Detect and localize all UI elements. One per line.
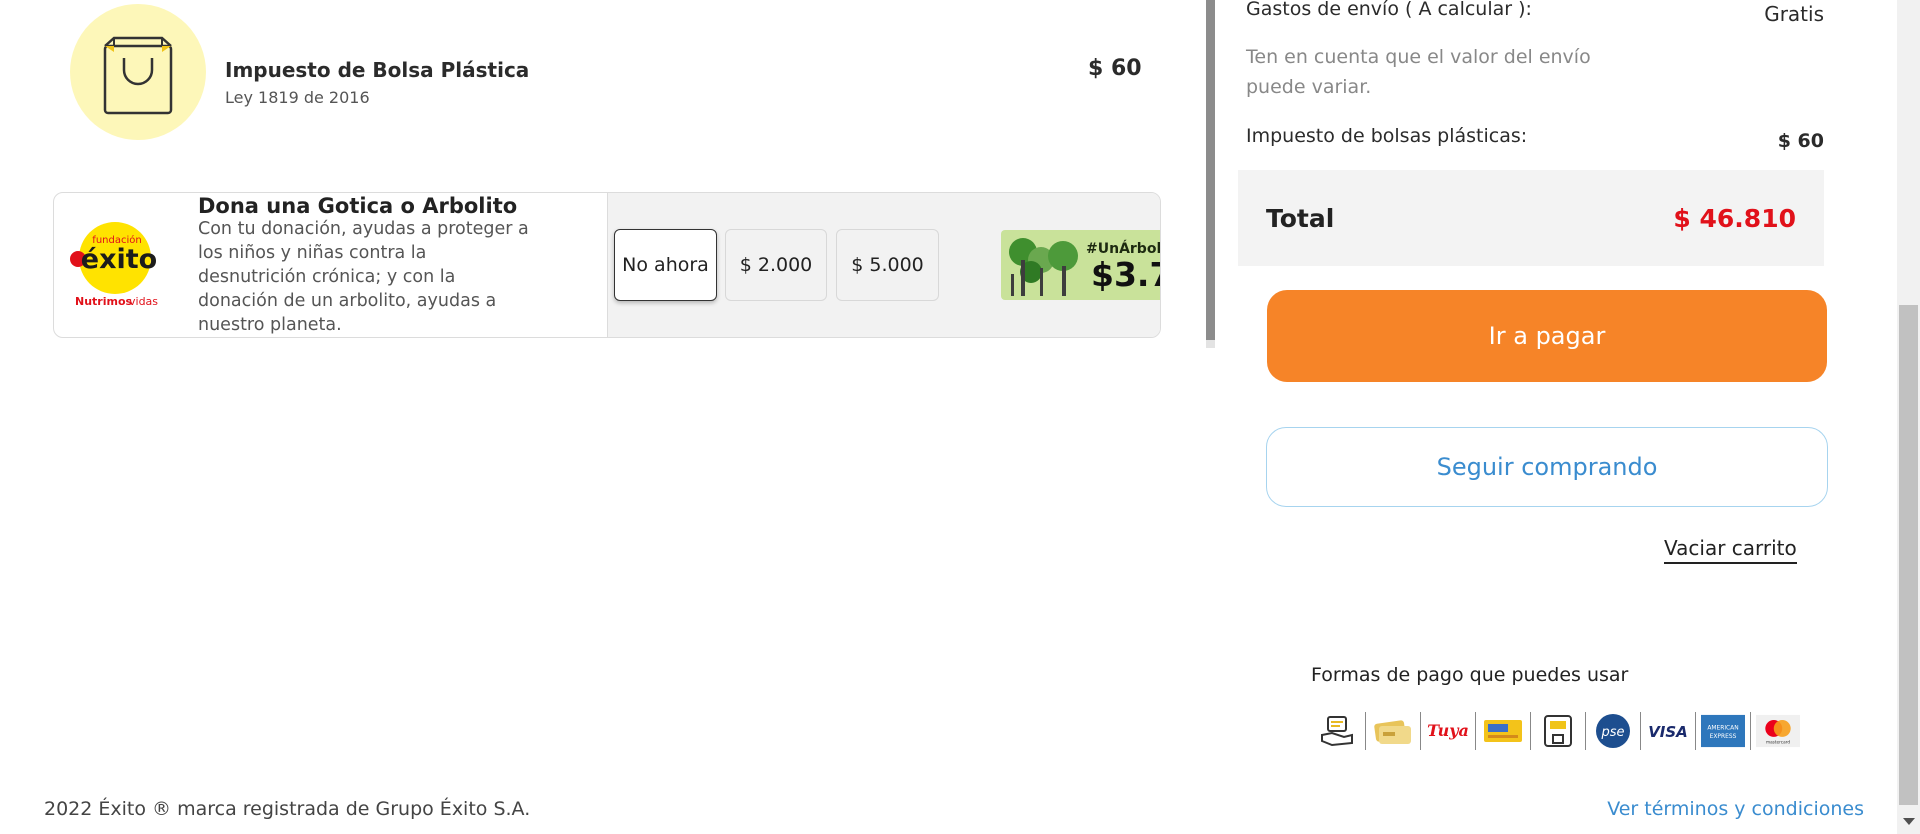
left-panel-scrollbar-end	[1206, 340, 1215, 348]
svg-text:AMERICAN: AMERICAN	[1707, 725, 1738, 731]
svg-text:pse: pse	[1600, 725, 1624, 740]
bag-tax-subtitle: Ley 1819 de 2016	[225, 88, 370, 107]
shopping-bag-icon	[103, 36, 173, 115]
bag-tax-summary-value: $ 60	[1777, 130, 1824, 152]
svg-text:vidas: vidas	[129, 295, 158, 308]
donation-option-5000[interactable]: $ 5.000	[836, 229, 939, 301]
footer-copyright: 2022 Éxito ® marca registrada de Grupo É…	[44, 798, 531, 820]
page-scrollbar-thumb[interactable]	[1899, 305, 1918, 805]
bag-tax-price: $ 60	[1088, 56, 1142, 81]
svg-text:Nutrimos: Nutrimos	[75, 295, 133, 308]
shipping-value: Gratis	[1764, 2, 1824, 26]
payment-methods-title: Formas de pago que puedes usar	[1311, 664, 1629, 686]
shipping-label: Gastos de envío ( A calcular ):	[1246, 0, 1532, 20]
tree-amount: $3.700	[1091, 255, 1160, 294]
total-value: $ 46.810	[1673, 204, 1796, 233]
separator	[1420, 712, 1421, 750]
donation-title: Dona una Gotica o Arbolito	[198, 194, 518, 218]
trees-icon	[1009, 238, 1078, 296]
pse-icon: pse	[1591, 711, 1635, 751]
tuya-pay-icon: Tuya	[1426, 711, 1470, 751]
gift-card-icon	[1371, 711, 1415, 751]
continue-shopping-button[interactable]: Seguir comprando	[1266, 427, 1828, 507]
go-to-pay-button[interactable]: Ir a pagar	[1267, 290, 1827, 382]
separator	[1530, 712, 1531, 750]
separator	[1750, 712, 1751, 750]
total-row: Total $ 46.810	[1238, 170, 1824, 266]
donation-card: fundación éxito Nutrimos vidas Dona una …	[53, 192, 1161, 338]
bag-tax-title: Impuesto de Bolsa Plástica	[225, 58, 530, 82]
donation-options: No ahora $ 2.000 $ 5.000 #UnÁrbolALaVez …	[607, 193, 1160, 337]
left-panel-scrollbar[interactable]	[1206, 0, 1215, 340]
separator	[1585, 712, 1586, 750]
payment-methods-list: Tuya pse VISA AMERICAN EXPRESS mastercard	[1316, 710, 1800, 752]
svg-text:éxito: éxito	[81, 244, 157, 275]
terms-link[interactable]: Ver términos y condiciones	[1600, 798, 1864, 820]
fundacion-exito-logo: fundación éxito Nutrimos vidas	[70, 222, 158, 308]
svg-text:mastercard: mastercard	[1766, 740, 1790, 745]
donation-description: Con tu donación, ayudas a proteger a los…	[198, 219, 529, 335]
bag-tax-summary-label: Impuesto de bolsas plásticas:	[1246, 125, 1528, 147]
separator	[1640, 712, 1641, 750]
svg-text:Tuya: Tuya	[1427, 721, 1469, 740]
total-label: Total	[1266, 204, 1335, 233]
donation-option-no-thanks[interactable]: No ahora	[614, 229, 717, 301]
american-express-icon: AMERICAN EXPRESS	[1701, 711, 1745, 751]
separator	[1695, 712, 1696, 750]
separator	[1475, 712, 1476, 750]
shipping-note: Ten en cuenta que el valor del envío pue…	[1246, 46, 1591, 98]
exito-card-icon	[1481, 711, 1525, 751]
donation-option-2000[interactable]: $ 2.000	[725, 229, 827, 301]
svg-text:VISA: VISA	[1648, 723, 1688, 741]
visa-icon: VISA	[1646, 711, 1690, 751]
scroll-down-arrow-icon[interactable]	[1903, 818, 1915, 825]
svg-text:EXPRESS: EXPRESS	[1710, 734, 1737, 740]
atm-icon	[1536, 711, 1580, 751]
cash-on-delivery-icon	[1316, 711, 1360, 751]
empty-cart-link[interactable]: Vaciar carrito	[1664, 536, 1797, 564]
mastercard-icon: mastercard	[1756, 711, 1800, 751]
donation-option-tree[interactable]: #UnÁrbolALaVez $3.700	[1001, 230, 1160, 300]
separator	[1365, 712, 1366, 750]
